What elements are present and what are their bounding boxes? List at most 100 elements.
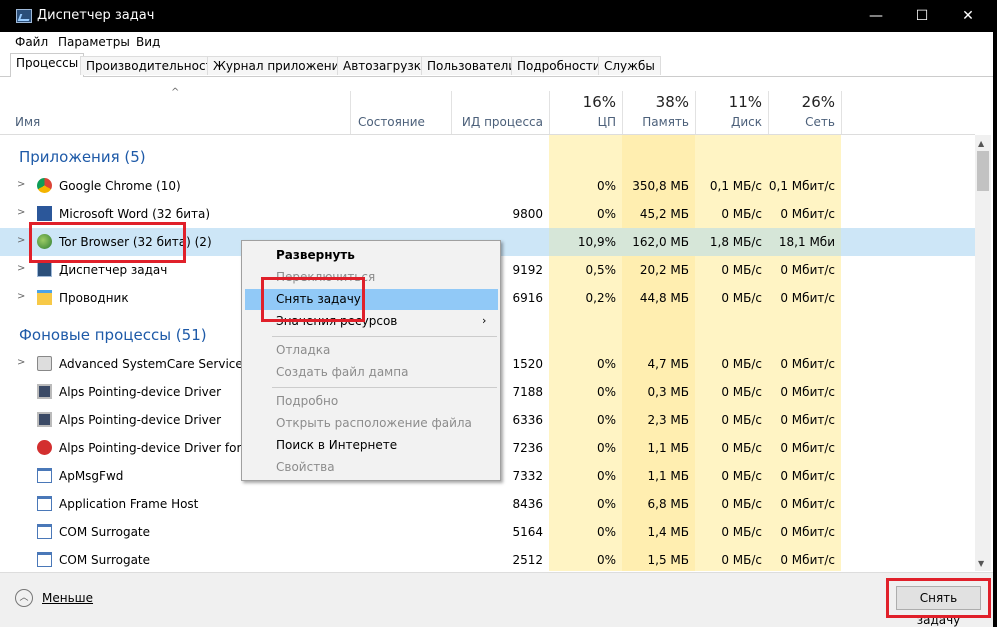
- process-disk: 0 МБ/с: [721, 385, 762, 399]
- title-bar[interactable]: Диспетчер задач — ☐ ✕: [0, 0, 993, 32]
- process-mem: 1,1 МБ: [647, 469, 689, 483]
- process-name: Проводник: [59, 291, 129, 305]
- background-process-row[interactable]: Application Frame Host 8436 0% 6,8 МБ 0 МБ/с…: [0, 490, 975, 518]
- process-disk: 0 МБ/с: [721, 441, 762, 455]
- process-net: 0 Мбит/с: [780, 441, 835, 455]
- window-icon: [37, 524, 52, 539]
- process-cpu: 10,9%: [549, 228, 622, 256]
- vertical-scrollbar[interactable]: ▲ ▼: [975, 135, 991, 571]
- menu-view[interactable]: Вид: [136, 35, 160, 49]
- process-cpu: 0%: [596, 385, 616, 399]
- scroll-down-arrow-icon[interactable]: ▼: [978, 559, 984, 568]
- process-mem: 1,1 МБ: [647, 441, 689, 455]
- process-net: 0,1 Мбит/с: [768, 179, 835, 193]
- menu-separator: [272, 387, 497, 388]
- tab-performance[interactable]: Производительность: [80, 56, 226, 75]
- maximize-button[interactable]: ☐: [899, 0, 945, 32]
- tab-users[interactable]: Пользователи: [421, 56, 523, 75]
- menu-options[interactable]: Параметры: [58, 35, 130, 49]
- expand-chevron-icon[interactable]: >: [17, 357, 25, 368]
- process-disk: 0 МБ/с: [721, 263, 762, 277]
- process-name: Application Frame Host: [59, 497, 199, 511]
- column-header-row: ^ Имя Состояние ИД процесса 16% ЦП 38% П…: [0, 77, 975, 135]
- menu-separator: [272, 336, 497, 337]
- expand-chevron-icon[interactable]: >: [17, 179, 25, 190]
- menu-item-debug[interactable]: Отладка: [276, 343, 330, 357]
- tab-startup[interactable]: Автозагрузка: [337, 56, 435, 75]
- column-name[interactable]: Имя: [15, 115, 40, 129]
- background-process-row[interactable]: COM Surrogate 2512 0% 1,5 МБ 0 МБ/с 0 Мбит/с: [0, 546, 975, 571]
- window-title: Диспетчер задач: [37, 8, 155, 23]
- process-cpu: 0,5%: [585, 263, 617, 277]
- process-mem: 350,8 МБ: [632, 179, 689, 193]
- menu-item-details[interactable]: Подробно: [276, 394, 338, 408]
- column-divider[interactable]: [841, 91, 842, 134]
- process-name: Alps Pointing-device Driver for Wir: [59, 441, 266, 455]
- process-cpu: 0%: [596, 179, 616, 193]
- process-disk: 0 МБ/с: [721, 525, 762, 539]
- process-cpu: 0%: [596, 207, 616, 221]
- window-icon: [37, 496, 52, 511]
- process-mem: 45,2 МБ: [639, 207, 689, 221]
- background-process-row[interactable]: COM Surrogate 5164 0% 1,4 МБ 0 МБ/с 0 Мбит/с: [0, 518, 975, 546]
- fewer-details-link[interactable]: Меньше: [42, 591, 93, 605]
- service-icon: [37, 356, 52, 371]
- process-net: 0 Мбит/с: [780, 469, 835, 483]
- menu-file[interactable]: Файл: [15, 35, 48, 49]
- expand-chevron-icon[interactable]: >: [17, 207, 25, 218]
- process-cpu: 0%: [596, 553, 616, 567]
- tab-app-history[interactable]: Журнал приложений: [207, 56, 354, 75]
- task-manager-window: Диспетчер задач — ☐ ✕ Файл Параметры Вид…: [0, 0, 993, 627]
- process-disk: 0 МБ/с: [721, 357, 762, 371]
- process-name: ApMsgFwd: [59, 469, 124, 483]
- menu-item-expand[interactable]: Развернуть: [276, 248, 355, 262]
- process-mem: 4,7 МБ: [647, 357, 689, 371]
- menu-item-search-online[interactable]: Поиск в Интернете: [276, 438, 397, 452]
- group-apps-heading: Приложения (5): [19, 148, 146, 166]
- column-memory[interactable]: Память: [622, 115, 689, 129]
- process-net: 0 Мбит/с: [780, 291, 835, 305]
- scrollbar-thumb[interactable]: [977, 151, 989, 191]
- group-background-heading: Фоновые процессы (51): [19, 326, 207, 344]
- monitor-icon: [37, 384, 52, 399]
- menu-item-open-location[interactable]: Открыть расположение файла: [276, 416, 472, 430]
- footer-bar: ︿ Меньше Снять задачу: [0, 572, 993, 627]
- chevron-up-circle-icon[interactable]: ︿: [15, 589, 33, 607]
- app-row[interactable]: > Google Chrome (10) 0% 350,8 МБ 0,1 МБ/с 0,1…: [0, 172, 975, 200]
- column-status[interactable]: Состояние: [358, 115, 425, 129]
- process-mem: 44,8 МБ: [639, 291, 689, 305]
- process-disk: 0 МБ/с: [721, 553, 762, 567]
- process-disk: 0 МБ/с: [721, 413, 762, 427]
- close-button[interactable]: ✕: [945, 0, 991, 32]
- column-network[interactable]: Сеть: [768, 115, 835, 129]
- highlight-box-tor-browser: [29, 222, 186, 263]
- expand-chevron-icon[interactable]: >: [17, 291, 25, 302]
- apple-icon: [37, 440, 52, 455]
- process-cpu: 0%: [596, 525, 616, 539]
- minimize-button[interactable]: —: [853, 0, 899, 32]
- column-divider[interactable]: [350, 91, 351, 134]
- column-pid[interactable]: ИД процесса: [451, 115, 543, 129]
- expand-chevron-icon[interactable]: >: [17, 235, 25, 246]
- process-name: Google Chrome (10): [59, 179, 181, 193]
- process-disk: 1,8 МБ/с: [695, 228, 768, 256]
- process-cpu: 0%: [596, 413, 616, 427]
- tab-services[interactable]: Службы: [598, 56, 661, 75]
- process-mem: 1,4 МБ: [647, 525, 689, 539]
- scroll-up-arrow-icon[interactable]: ▲: [978, 139, 984, 148]
- tab-bar: Процессы Производительность Журнал прило…: [0, 53, 993, 77]
- process-net: 18,1 Мби: [768, 228, 841, 256]
- process-mem: 20,2 МБ: [639, 263, 689, 277]
- process-cpu: 0%: [596, 469, 616, 483]
- tab-processes[interactable]: Процессы: [10, 53, 85, 77]
- expand-chevron-icon[interactable]: >: [17, 263, 25, 274]
- menu-item-properties[interactable]: Свойства: [276, 460, 335, 474]
- process-net: 0 Мбит/с: [780, 525, 835, 539]
- process-name: COM Surrogate: [59, 525, 151, 539]
- chrome-icon: [37, 178, 52, 193]
- tab-details[interactable]: Подробности: [511, 56, 607, 75]
- process-disk: 0,1 МБ/с: [709, 179, 762, 193]
- column-disk[interactable]: Диск: [695, 115, 762, 129]
- column-cpu[interactable]: ЦП: [549, 115, 616, 129]
- menu-item-create-dump[interactable]: Создать файл дампа: [276, 365, 408, 379]
